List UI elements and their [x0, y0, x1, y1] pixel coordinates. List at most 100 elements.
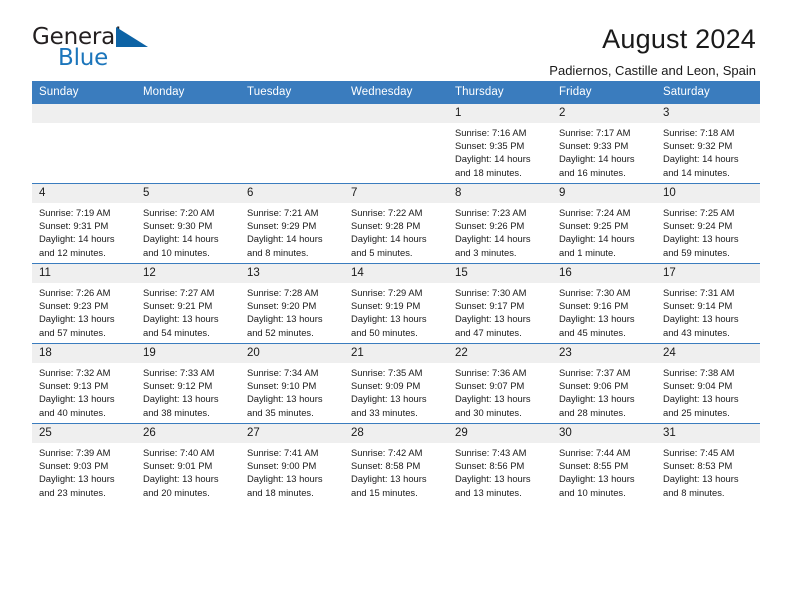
- calendar-day-cell[interactable]: 20 Sunrise: 7:34 AM Sunset: 9:10 PM Dayligh…: [240, 343, 344, 424]
- daylight-text-line2: and 13 minutes.: [455, 486, 522, 498]
- calendar-week-row: 1 Sunrise: 7:16 AM Sunset: 9:35 PM Daylight…: [32, 103, 760, 184]
- calendar-day-cell[interactable]: 18 Sunrise: 7:32 AM Sunset: 9:13 PM Dayligh…: [32, 343, 136, 424]
- daylight-text-line1: Daylight: 13 hours: [559, 393, 635, 405]
- calendar-day-cell[interactable]: 11 Sunrise: 7:26 AM Sunset: 9:23 PM Dayligh…: [32, 263, 136, 344]
- day-details: Sunrise: 7:39 AM Sunset: 9:03 PM Daylight:…: [32, 443, 136, 499]
- calendar-table: Sunday Monday Tuesday Wednesday Thursday…: [32, 81, 760, 503]
- calendar-day-cell[interactable]: 24 Sunrise: 7:38 AM Sunset: 9:04 PM Dayligh…: [656, 343, 760, 424]
- calendar-day-cell[interactable]: 8 Sunrise: 7:23 AM Sunset: 9:26 PM Daylight…: [448, 183, 552, 264]
- calendar-day-cell[interactable]: 27 Sunrise: 7:41 AM Sunset: 9:00 PM Dayligh…: [240, 423, 344, 503]
- calendar-day-cell[interactable]: 12 Sunrise: 7:27 AM Sunset: 9:21 PM Dayligh…: [136, 263, 240, 344]
- daylight-text-line2: and 14 minutes.: [663, 166, 730, 178]
- calendar-day-cell[interactable]: 4 Sunrise: 7:19 AM Sunset: 9:31 PM Daylight…: [32, 183, 136, 264]
- daylight-text-line2: and 15 minutes.: [351, 486, 418, 498]
- day-number: 22: [448, 344, 552, 363]
- daylight-text-line1: Daylight: 13 hours: [663, 233, 739, 245]
- sunrise-text: Sunrise: 7:30 AM: [455, 287, 527, 298]
- daylight-text-line2: and 52 minutes.: [247, 326, 314, 338]
- calendar-day-cell[interactable]: 28 Sunrise: 7:42 AM Sunset: 8:58 PM Dayligh…: [344, 423, 448, 503]
- calendar-day-cell[interactable]: 30 Sunrise: 7:44 AM Sunset: 8:55 PM Dayligh…: [552, 423, 656, 503]
- day-number: 27: [240, 424, 344, 443]
- daylight-text-line1: Daylight: 13 hours: [455, 393, 531, 405]
- daylight-text-line2: and 50 minutes.: [351, 326, 418, 338]
- daylight-text-line1: Daylight: 14 hours: [559, 233, 635, 245]
- sunrise-text: Sunrise: 7:43 AM: [455, 447, 527, 458]
- page-title: August 2024: [602, 24, 756, 54]
- calendar-day-cell[interactable]: 25 Sunrise: 7:39 AM Sunset: 9:03 PM Dayligh…: [32, 423, 136, 503]
- daylight-text-line2: and 3 minutes.: [455, 246, 517, 258]
- sunset-text: Sunset: 9:09 PM: [351, 380, 421, 392]
- brand-logo[interactable]: General Blue: [32, 24, 152, 76]
- calendar-day-cell[interactable]: 15 Sunrise: 7:30 AM Sunset: 9:17 PM Dayligh…: [448, 263, 552, 344]
- calendar-day-cell[interactable]: 6 Sunrise: 7:21 AM Sunset: 9:29 PM Daylight…: [240, 183, 344, 264]
- day-details: Sunrise: 7:30 AM Sunset: 9:16 PM Daylight:…: [552, 283, 656, 339]
- day-details: Sunrise: 7:18 AM Sunset: 9:32 PM Daylight:…: [656, 123, 760, 179]
- calendar-day-cell[interactable]: 1 Sunrise: 7:16 AM Sunset: 9:35 PM Daylight…: [448, 103, 552, 184]
- day-details: Sunrise: 7:33 AM Sunset: 9:12 PM Daylight:…: [136, 363, 240, 419]
- calendar-day-cell[interactable]: 7 Sunrise: 7:22 AM Sunset: 9:28 PM Daylight…: [344, 183, 448, 264]
- calendar-day-cell[interactable]: 31 Sunrise: 7:45 AM Sunset: 8:53 PM Dayligh…: [656, 423, 760, 503]
- day-number: 21: [344, 344, 448, 363]
- daylight-text-line2: and 54 minutes.: [143, 326, 210, 338]
- calendar-day-cell[interactable]: 13 Sunrise: 7:28 AM Sunset: 9:20 PM Dayligh…: [240, 263, 344, 344]
- day-number: 25: [32, 424, 136, 443]
- sunrise-text: Sunrise: 7:45 AM: [663, 447, 735, 458]
- calendar-day-cell[interactable]: 21 Sunrise: 7:35 AM Sunset: 9:09 PM Dayligh…: [344, 343, 448, 424]
- weekday-header-thursday: Thursday: [448, 81, 552, 104]
- calendar-day-cell[interactable]: 19 Sunrise: 7:33 AM Sunset: 9:12 PM Dayligh…: [136, 343, 240, 424]
- sunset-text: Sunset: 8:53 PM: [663, 460, 733, 472]
- calendar-day-cell[interactable]: 16 Sunrise: 7:30 AM Sunset: 9:16 PM Dayligh…: [552, 263, 656, 344]
- calendar-day-cell[interactable]: 23 Sunrise: 7:37 AM Sunset: 9:06 PM Dayligh…: [552, 343, 656, 424]
- day-number: 12: [136, 264, 240, 283]
- calendar-day-cell[interactable]: 29 Sunrise: 7:43 AM Sunset: 8:56 PM Dayligh…: [448, 423, 552, 503]
- daylight-text-line1: Daylight: 13 hours: [351, 473, 427, 485]
- daylight-text-line2: and 30 minutes.: [455, 406, 522, 418]
- sunset-text: Sunset: 9:00 PM: [247, 460, 317, 472]
- page-subtitle: Padiernos, Castille and Leon, Spain: [549, 63, 756, 79]
- calendar-day-cell[interactable]: 22 Sunrise: 7:36 AM Sunset: 9:07 PM Dayligh…: [448, 343, 552, 424]
- calendar-day-cell[interactable]: 26 Sunrise: 7:40 AM Sunset: 9:01 PM Dayligh…: [136, 423, 240, 503]
- calendar-day-cell[interactable]: 3 Sunrise: 7:18 AM Sunset: 9:32 PM Daylight…: [656, 103, 760, 184]
- sunrise-text: Sunrise: 7:21 AM: [247, 207, 319, 218]
- calendar-day-cell[interactable]: 9 Sunrise: 7:24 AM Sunset: 9:25 PM Daylight…: [552, 183, 656, 264]
- day-number: 14: [344, 264, 448, 283]
- daylight-text-line2: and 8 minutes.: [247, 246, 309, 258]
- daylight-text-line1: Daylight: 14 hours: [455, 233, 531, 245]
- sunset-text: Sunset: 9:14 PM: [663, 300, 733, 312]
- daylight-text-line2: and 10 minutes.: [143, 246, 210, 258]
- daylight-text-line1: Daylight: 13 hours: [559, 473, 635, 485]
- calendar-day-cell[interactable]: 2 Sunrise: 7:17 AM Sunset: 9:33 PM Daylight…: [552, 103, 656, 184]
- sunset-text: Sunset: 9:16 PM: [559, 300, 629, 312]
- sunrise-text: Sunrise: 7:32 AM: [39, 367, 111, 378]
- daylight-text-line2: and 8 minutes.: [663, 486, 725, 498]
- daylight-text-line2: and 23 minutes.: [39, 486, 106, 498]
- sunrise-text: Sunrise: 7:44 AM: [559, 447, 631, 458]
- calendar-day-cell[interactable]: 17 Sunrise: 7:31 AM Sunset: 9:14 PM Dayligh…: [656, 263, 760, 344]
- calendar-day-cell[interactable]: 10 Sunrise: 7:25 AM Sunset: 9:24 PM Dayligh…: [656, 183, 760, 264]
- daylight-text-line2: and 1 minute.: [559, 246, 616, 258]
- sunrise-text: Sunrise: 7:25 AM: [663, 207, 735, 218]
- daylight-text-line1: Daylight: 14 hours: [143, 233, 219, 245]
- day-details: Sunrise: 7:34 AM Sunset: 9:10 PM Daylight:…: [240, 363, 344, 419]
- calendar-day-cell[interactable]: 14 Sunrise: 7:29 AM Sunset: 9:19 PM Dayligh…: [344, 263, 448, 344]
- day-number: 19: [136, 344, 240, 363]
- sunset-text: Sunset: 9:35 PM: [455, 140, 525, 152]
- daylight-text-line1: Daylight: 13 hours: [39, 393, 115, 405]
- sunset-text: Sunset: 8:55 PM: [559, 460, 629, 472]
- sunset-text: Sunset: 9:07 PM: [455, 380, 525, 392]
- day-number: 24: [656, 344, 760, 363]
- sunrise-text: Sunrise: 7:30 AM: [559, 287, 631, 298]
- calendar-week-row: 4 Sunrise: 7:19 AM Sunset: 9:31 PM Daylight…: [32, 183, 760, 264]
- day-details: Sunrise: 7:22 AM Sunset: 9:28 PM Daylight:…: [344, 203, 448, 259]
- daylight-text-line1: Daylight: 13 hours: [143, 473, 219, 485]
- daylight-text-line2: and 28 minutes.: [559, 406, 626, 418]
- calendar-week-row: 25 Sunrise: 7:39 AM Sunset: 9:03 PM Dayligh…: [32, 423, 760, 503]
- daylight-text-line2: and 20 minutes.: [143, 486, 210, 498]
- calendar-day-cell[interactable]: 5 Sunrise: 7:20 AM Sunset: 9:30 PM Daylight…: [136, 183, 240, 264]
- sunset-text: Sunset: 9:32 PM: [663, 140, 733, 152]
- daylight-text-line1: Daylight: 13 hours: [247, 393, 323, 405]
- day-number: 11: [32, 264, 136, 283]
- day-details: Sunrise: 7:40 AM Sunset: 9:01 PM Daylight:…: [136, 443, 240, 499]
- sunrise-text: Sunrise: 7:28 AM: [247, 287, 319, 298]
- sunrise-text: Sunrise: 7:19 AM: [39, 207, 111, 218]
